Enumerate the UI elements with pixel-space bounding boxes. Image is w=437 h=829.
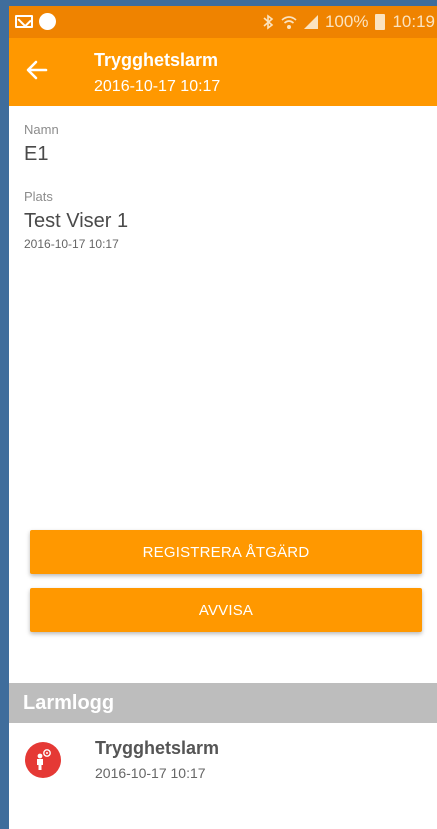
battery-icon bbox=[375, 14, 386, 30]
status-bar: 100% 10:19 bbox=[9, 6, 437, 38]
back-arrow-icon[interactable] bbox=[23, 56, 51, 84]
window-frame-left bbox=[0, 0, 9, 829]
name-label: Namn bbox=[24, 122, 59, 137]
log-item-title: Trygghetslarm bbox=[95, 738, 220, 758]
mail-notification-icon bbox=[15, 15, 33, 28]
app-bar: Trygghetslarm 2016-10-17 10:17 bbox=[9, 38, 437, 106]
status-notifications bbox=[15, 13, 56, 30]
battery-percent: 100% bbox=[324, 12, 369, 31]
phone-screen: 100% 10:19 Trygghetslarm 2016-10-17 10:1… bbox=[0, 0, 437, 829]
alarm-log-header: Larmlogg bbox=[9, 683, 437, 723]
app-notification-icon bbox=[39, 13, 56, 30]
signal-icon bbox=[303, 15, 318, 29]
list-item[interactable]: Trygghetslarm 2016-10-17 10:17 bbox=[9, 725, 437, 795]
bluetooth-icon bbox=[263, 14, 274, 30]
register-action-button[interactable]: REGISTRERA ÅTGÄRD bbox=[30, 530, 422, 574]
wifi-icon bbox=[281, 15, 297, 29]
reject-button[interactable]: AVVISA bbox=[30, 588, 422, 632]
alarm-person-icon bbox=[25, 742, 61, 778]
page-title: Trygghetslarm bbox=[94, 50, 219, 70]
place-value: Test Viser 1 bbox=[24, 210, 129, 232]
status-system-icons: 100% 10:19 bbox=[263, 12, 435, 32]
clock: 10:19 bbox=[392, 12, 435, 31]
place-timestamp: 2016-10-17 10:17 bbox=[24, 237, 119, 251]
place-label: Plats bbox=[24, 189, 53, 204]
log-item-time: 2016-10-17 10:17 bbox=[95, 765, 206, 781]
page-subtitle: 2016-10-17 10:17 bbox=[94, 78, 221, 95]
name-value: E1 bbox=[24, 143, 49, 165]
